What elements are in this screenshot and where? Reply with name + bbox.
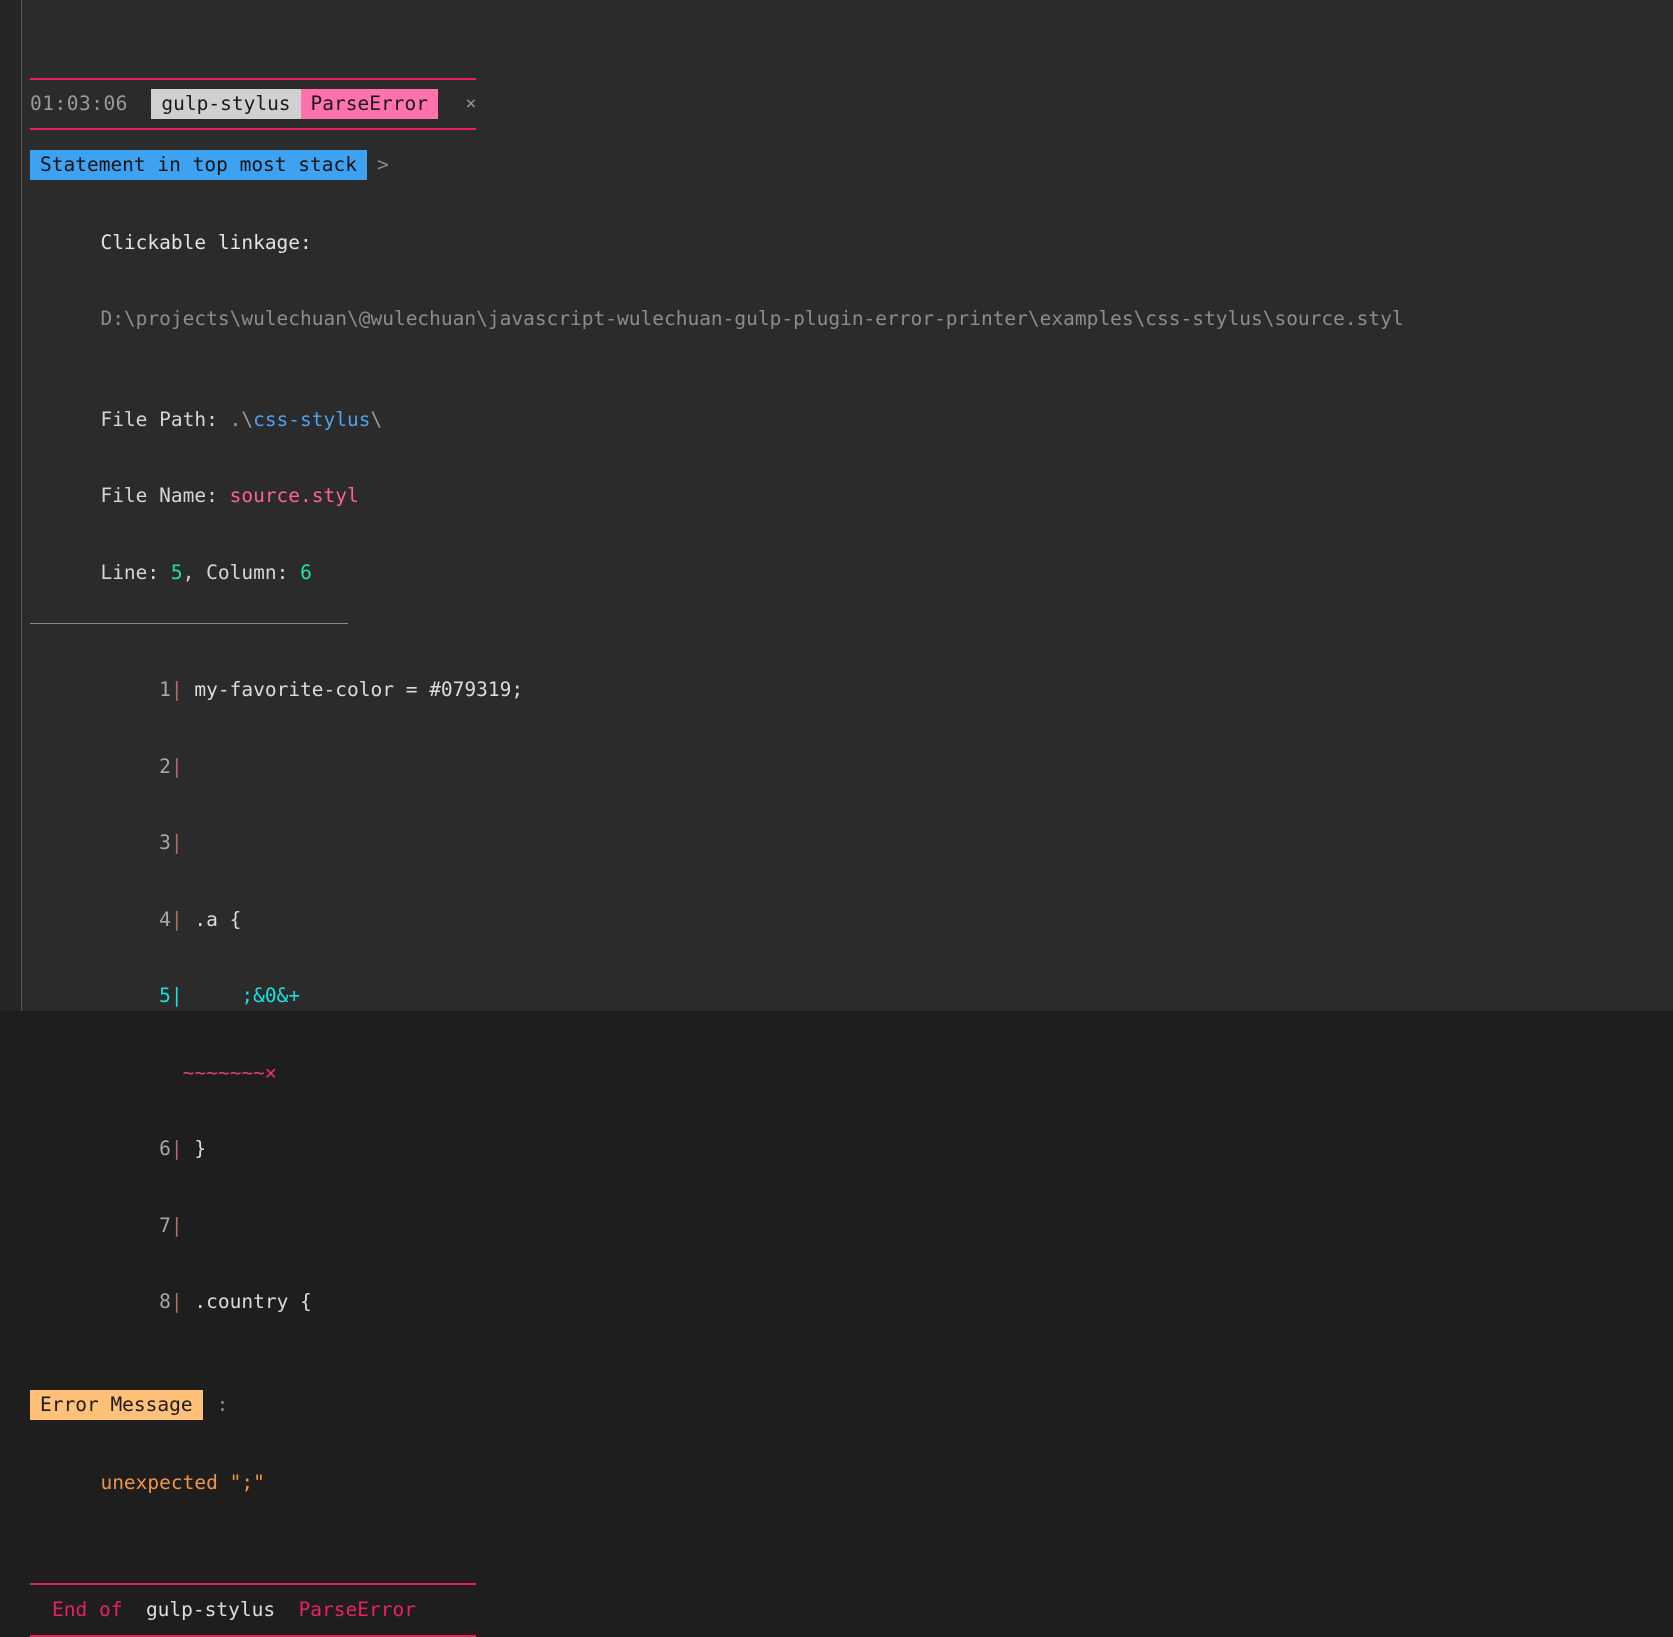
chevron-right-icon: > — [376, 153, 389, 177]
file-name-label: File Name: — [100, 484, 230, 507]
linkage-label: Clickable linkage: — [30, 204, 1673, 281]
stack-statement-row: Statement in top most stack > — [30, 150, 1673, 180]
gap-errmsg-body — [30, 1420, 1673, 1444]
code-line-error: 5| ;&0&+ — [30, 958, 1673, 1035]
header-gap-top — [30, 80, 1673, 88]
code-line-pipe: | — [170, 984, 183, 1007]
error-message-body: unexpected ";" — [100, 1470, 265, 1494]
line-number-value: 5 — [170, 560, 183, 584]
terminal-window: 01:03:06 gulp-stylus ParseError × Statem… — [0, 0, 1673, 1637]
error-marker-row: ~~~~~~~✕ — [30, 1034, 1673, 1111]
code-line-pipe: | — [170, 1213, 183, 1237]
code-line-text: my-favorite-color = #079319; — [182, 678, 524, 701]
code-line-text: .a { — [182, 907, 242, 931]
code-line: 4| .a { — [30, 881, 1673, 958]
top-spacer — [30, 0, 1673, 50]
code-line-pipe: | — [170, 831, 183, 854]
code-line: 2| — [30, 728, 1673, 805]
code-line-pipe: | — [170, 1290, 183, 1313]
code-line-text: } — [182, 1137, 207, 1160]
linkage-label-text: Clickable linkage: — [100, 230, 312, 254]
footer-plugin-name: gulp-stylus — [145, 1597, 276, 1621]
file-path-label: File Path: — [100, 407, 230, 431]
header-gap-b — [438, 91, 461, 117]
gap-before-footer-2 — [30, 1571, 1673, 1583]
footer-gap-top — [30, 1585, 1673, 1593]
error-message-colon: : — [216, 1393, 229, 1417]
code-line: 1| my-favorite-color = #079319; — [30, 652, 1673, 729]
error-header: 01:03:06 gulp-stylus ParseError × — [30, 88, 1673, 120]
footer-end-of-label: End of — [52, 1597, 123, 1621]
code-line: 8| .country { — [30, 1264, 1673, 1341]
file-path-suffix: \ — [370, 407, 383, 431]
file-name-value: source.styl — [229, 484, 359, 507]
column-label: , Column: — [182, 560, 301, 584]
code-snippet: 1| my-favorite-color = #079319; 2| 3| 4|… — [30, 652, 1673, 1341]
gap-before-thin-rule — [30, 611, 1673, 623]
stack-statement-badge: Statement in top most stack — [30, 150, 367, 180]
footer-rule-bottom — [30, 1634, 476, 1637]
plugin-name-badge: gulp-stylus — [151, 89, 301, 119]
linkage-path-row[interactable]: D:\projects\wulechuan\@wulechuan\javascr… — [30, 281, 1673, 358]
line-label: Line: — [100, 560, 171, 584]
gap-before-errmsg — [30, 1340, 1673, 1390]
linkage-path[interactable]: D:\projects\wulechuan\@wulechuan\javascr… — [100, 307, 1403, 330]
code-line-number: 2 — [159, 754, 171, 778]
top-spacer-2 — [30, 50, 1673, 78]
code-line-pipe: | — [170, 907, 183, 931]
footer-gap-bottom — [30, 1627, 1673, 1635]
gap-before-code — [30, 624, 1673, 652]
gap-after-header — [30, 130, 1673, 150]
code-line-number: 8 — [159, 1290, 171, 1313]
code-line: 7| — [30, 1187, 1673, 1264]
line-column-row: Line: 5, Column: 6 — [30, 534, 1673, 611]
code-line-number: 3 — [159, 831, 171, 854]
footer-gap-b — [275, 1597, 298, 1623]
code-line-pipe: | — [170, 678, 183, 701]
terminal-content: 01:03:06 gulp-stylus ParseError × Statem… — [22, 0, 1673, 1637]
file-path-row: File Path: .\css-stylus\ — [30, 381, 1673, 458]
code-line: 3| — [30, 805, 1673, 882]
code-line-number: 1 — [159, 678, 171, 701]
file-name-row: File Name: source.styl — [30, 458, 1673, 535]
code-line-pipe: | — [170, 754, 183, 778]
code-line-number: 7 — [159, 1213, 171, 1237]
footer-gap-a — [122, 1597, 145, 1623]
error-cross-icon: ✕ — [264, 1060, 277, 1084]
header-gap-bottom — [30, 120, 1673, 128]
gap-before-footer — [30, 1521, 1673, 1571]
terminal-left-strip — [0, 0, 21, 1011]
header-gap-a — [128, 91, 151, 117]
file-path-directory: css-stylus — [253, 407, 371, 431]
squiggle-underline: ~~~~~~~ — [182, 1060, 265, 1084]
marker-indent — [124, 1061, 183, 1084]
gap-after-stack — [30, 180, 1673, 204]
error-message-body-row: unexpected ";" — [30, 1444, 1673, 1521]
error-message-badge: Error Message — [30, 1390, 203, 1420]
footer-row: End of gulp-stylus ParseError — [30, 1593, 1673, 1627]
code-line-number: 5 — [159, 984, 171, 1007]
error-type-badge: ParseError — [300, 89, 438, 119]
gap-after-linkage — [30, 357, 1673, 381]
error-message-header: Error Message : — [30, 1390, 1673, 1420]
file-path-prefix: .\ — [229, 407, 254, 431]
timestamp: 01:03:06 — [30, 92, 128, 116]
code-line-number: 4 — [159, 907, 171, 931]
footer-error-type: ParseError — [298, 1597, 416, 1621]
column-number-value: 6 — [300, 560, 312, 584]
close-icon[interactable]: × — [461, 91, 476, 117]
code-line-number: 6 — [159, 1137, 171, 1160]
code-line: 6| } — [30, 1111, 1673, 1188]
code-line-text: .country { — [182, 1290, 312, 1313]
code-line-pipe: | — [170, 1137, 183, 1160]
code-line-text: ;&0&+ — [182, 984, 301, 1007]
